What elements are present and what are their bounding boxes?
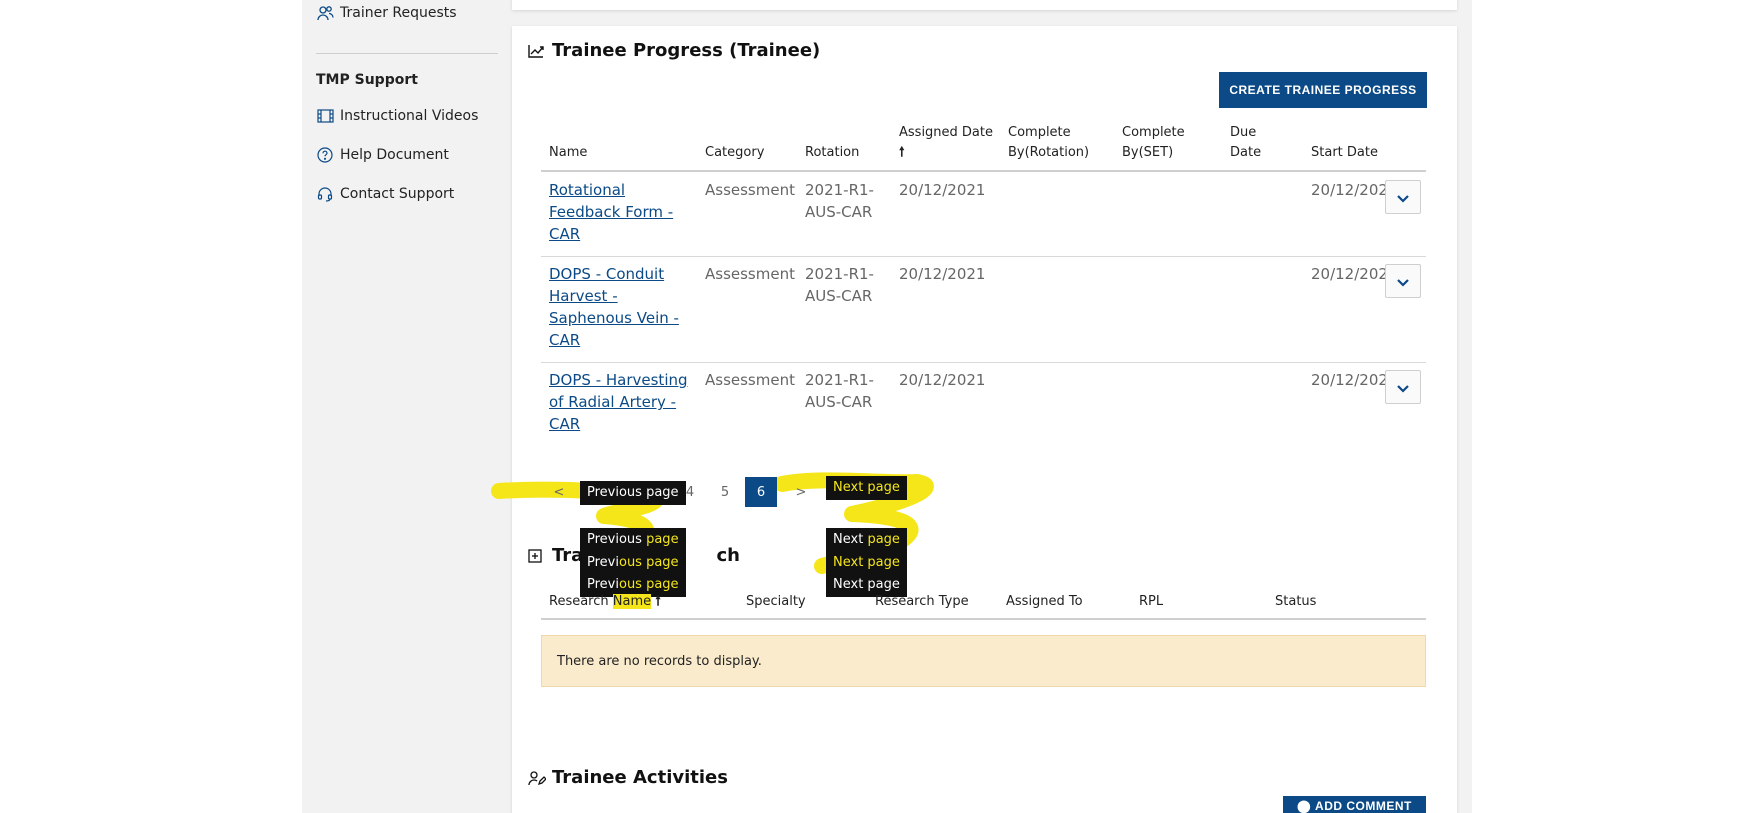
tooltip-previous-page: Previous page — [580, 481, 686, 505]
section-title-trainee-research: Trai ch — [528, 545, 740, 566]
person-edit-icon — [528, 769, 546, 787]
row-divider — [541, 256, 1426, 257]
row-assigned-date: 20/12/2021 — [899, 181, 986, 199]
tooltip-next-page: Next page — [826, 551, 907, 575]
col-header-rotation[interactable]: Rotation — [805, 143, 859, 163]
col-header-rpl[interactable]: RPL — [1139, 592, 1163, 612]
row-name-link[interactable]: DOPS - Conduit Harvest - Saphenous Vein … — [549, 263, 679, 351]
pagination-page-6[interactable]: 6 — [745, 477, 777, 507]
col-header-category[interactable]: Category — [705, 143, 764, 163]
pagination-prev-button[interactable]: < — [552, 477, 566, 507]
sidebar-item-label: Instructional Videos — [340, 108, 479, 124]
section-title-trainee-activities: Trainee Activities — [528, 767, 728, 788]
sidebar-heading-tmp-support: TMP Support — [316, 72, 418, 88]
row-rotation: 2021-R1- AUS-CAR — [805, 265, 874, 305]
pagination-page-5[interactable]: 5 — [710, 477, 740, 507]
row-assigned-date: 20/12/2021 — [899, 371, 986, 389]
previous-panel — [512, 0, 1457, 10]
create-trainee-progress-button[interactable]: CREATE TRAINEE PROGRESS — [1219, 72, 1427, 108]
row-expand-button[interactable] — [1385, 264, 1421, 298]
chevron-down-icon — [1397, 188, 1409, 207]
col-header-complete-rotation[interactable]: Complete By(Rotation) — [1008, 123, 1089, 163]
trainee-panel: Trainee Progress (Trainee) CREATE TRAINE… — [491, 26, 1457, 813]
sidebar-item-help-document[interactable]: Help Document — [316, 146, 449, 164]
people-icon — [316, 4, 334, 22]
sidebar-item-instructional-videos[interactable]: Instructional Videos — [316, 107, 478, 125]
row-category: Assessment — [705, 371, 795, 389]
col-header-assigned-date[interactable]: Assigned Date 🠕 — [899, 123, 993, 163]
film-icon — [316, 107, 334, 125]
row-name-link[interactable]: Rotational Feedback Form - CAR — [549, 179, 673, 245]
empty-records-message: There are no records to display. — [541, 635, 1426, 687]
sort-up-icon: 🠕 — [899, 145, 905, 160]
col-header-status[interactable]: Status — [1275, 592, 1316, 612]
row-assigned-date: 20/12/2021 — [899, 265, 986, 283]
headset-icon — [316, 185, 334, 203]
col-header-due-date[interactable]: Due Date — [1230, 123, 1261, 163]
section-title-trainee-progress: Trainee Progress (Trainee) — [528, 40, 820, 61]
add-comment-button[interactable]: ⬤ ADD COMMENT — [1283, 796, 1426, 813]
table-header-rule — [541, 170, 1426, 172]
row-name-link[interactable]: DOPS - Harvesting of Radial Artery - CAR — [549, 369, 688, 435]
row-expand-button[interactable] — [1385, 180, 1421, 214]
row-category: Assessment — [705, 265, 795, 283]
row-expand-button[interactable] — [1385, 370, 1421, 404]
col-header-complete-set[interactable]: Complete By(SET) — [1122, 123, 1185, 163]
sidebar-divider — [316, 53, 498, 54]
row-rotation: 2021-R1- AUS-CAR — [805, 181, 874, 221]
chart-line-icon — [528, 42, 546, 60]
row-category: Assessment — [705, 181, 795, 199]
help-circle-icon — [316, 146, 334, 164]
sort-up-icon: 🠕 — [655, 594, 661, 609]
col-header-start-date[interactable]: Start Date — [1311, 143, 1378, 163]
sidebar-item-label: Trainer Requests — [340, 5, 457, 21]
col-header-research-name[interactable]: Research Name 🠕 — [549, 592, 661, 612]
pagination-next-button[interactable]: > — [794, 477, 808, 507]
sidebar-item-contact-support[interactable]: Contact Support — [316, 185, 454, 203]
col-header-specialty[interactable]: Specialty — [746, 592, 806, 612]
plus-icon: ⬤ — [1297, 799, 1312, 813]
col-header-name[interactable]: Name — [549, 143, 587, 163]
row-rotation: 2021-R1- AUS-CAR — [805, 371, 874, 411]
sidebar-item-trainer-requests[interactable]: Trainer Requests — [316, 4, 457, 22]
plus-square-icon — [528, 547, 546, 565]
tooltip-next-page: Next page — [826, 476, 907, 500]
row-divider — [541, 362, 1426, 363]
sidebar-item-label: Help Document — [340, 147, 449, 163]
table-header-rule — [541, 618, 1426, 620]
chevron-down-icon — [1397, 378, 1409, 397]
col-header-assigned-to[interactable]: Assigned To — [1006, 592, 1083, 612]
sidebar-item-label: Contact Support — [340, 186, 455, 202]
chevron-down-icon — [1397, 272, 1409, 291]
tooltip-next-page: Next page — [826, 528, 907, 552]
sidebar: Trainer Requests TMP Support Instruction… — [302, 0, 510, 813]
col-header-research-type[interactable]: Research Type — [875, 592, 969, 612]
